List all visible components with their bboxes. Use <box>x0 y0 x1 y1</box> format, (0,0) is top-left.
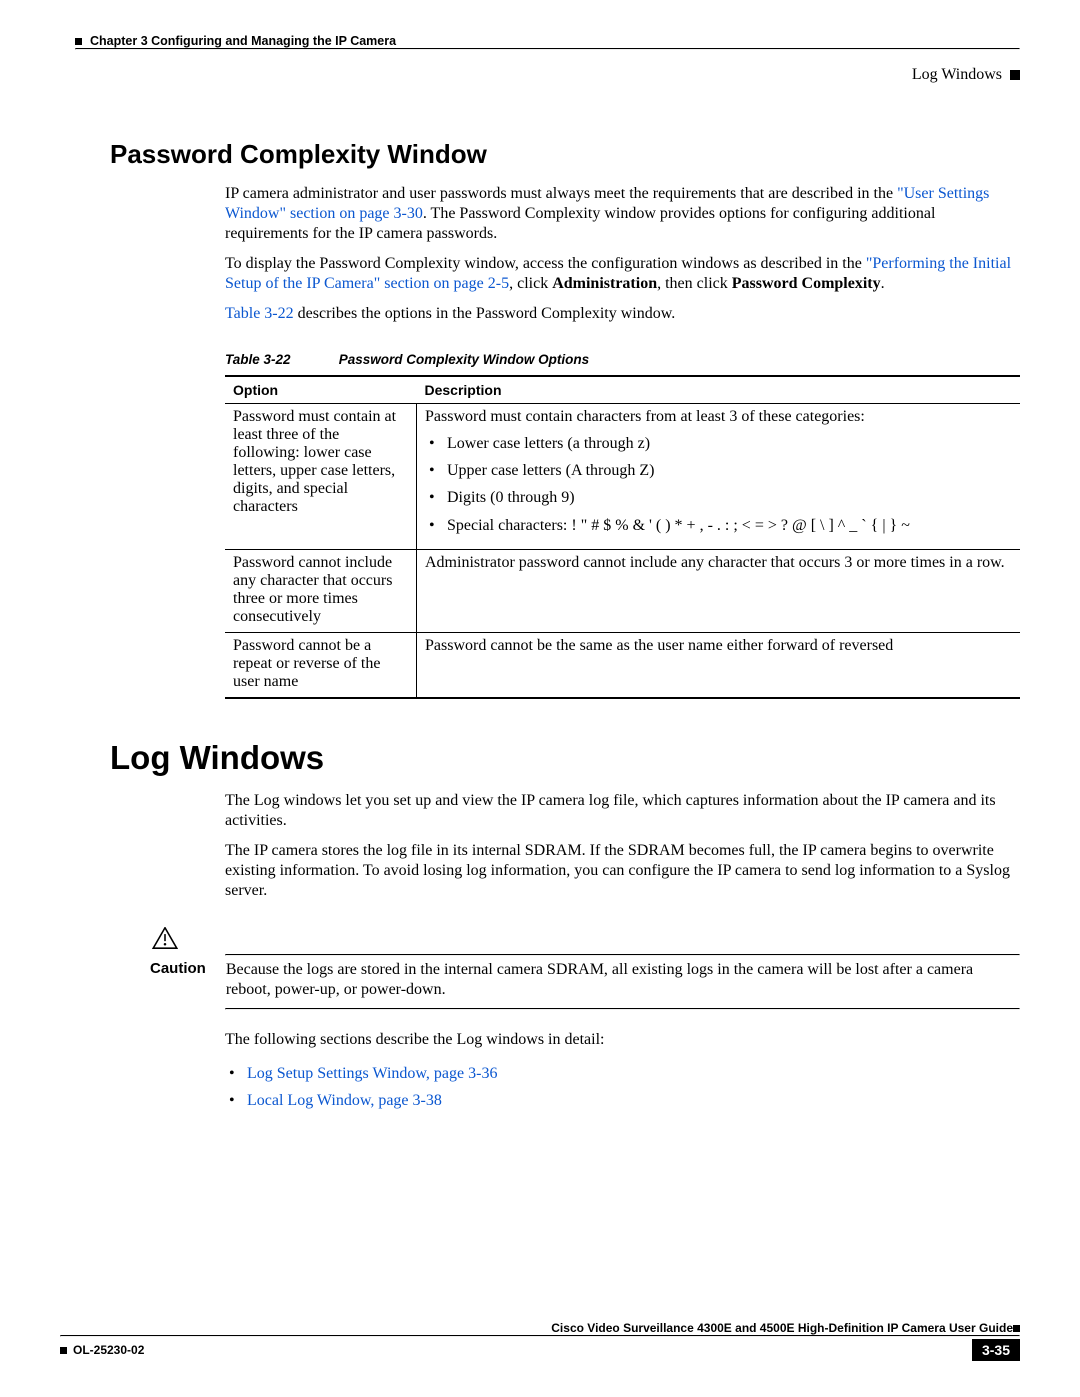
footer: Cisco Video Surveillance 4300E and 4500E… <box>60 1318 1020 1361</box>
footer-square-icon-left <box>60 1347 67 1354</box>
local-log-link[interactable]: Local Log Window, page 3-38 <box>247 1092 442 1109</box>
opt-cell: Password must contain at least three of … <box>225 404 417 550</box>
page-number: 3-35 <box>972 1339 1020 1361</box>
list-item: Log Setup Settings Window, page 3-36 <box>225 1060 1020 1087</box>
header-rule: Chapter 3 Configuring and Managing the I… <box>75 34 1020 84</box>
pwc-options-table: Option Description Password must contain… <box>225 375 1020 699</box>
list-item: Local Log Window, page 3-38 <box>225 1087 1020 1114</box>
th-description: Description <box>417 376 1021 404</box>
table-row: Password cannot be a repeat or reverse o… <box>225 632 1020 698</box>
log-heading: Log Windows <box>110 739 1020 777</box>
desc-cell: Password cannot be the same as the user … <box>417 632 1021 698</box>
pwc-heading: Password Complexity Window <box>110 139 1020 170</box>
caution-text: Because the logs are stored in the inter… <box>226 960 1020 1000</box>
list-item: Digits (0 through 9) <box>425 484 1012 511</box>
table-caption: Table 3-22 Password Complexity Window Op… <box>225 352 1020 367</box>
pwc-para-3: Table 3-22 describes the options in the … <box>225 304 1020 324</box>
log-para-1: The Log windows let you set up and view … <box>225 791 1020 831</box>
desc-cell: Administrator password cannot include an… <box>417 549 1021 632</box>
list-item: Upper case letters (A through Z) <box>425 457 1012 484</box>
caution-label: Caution <box>110 960 206 977</box>
table-3-22-link[interactable]: Table 3-22 <box>225 305 294 322</box>
log-para-2: The IP camera stores the log file in its… <box>225 841 1020 901</box>
log-setup-link[interactable]: Log Setup Settings Window, page 3-36 <box>247 1065 497 1082</box>
header-square-icon-right <box>1010 70 1020 80</box>
table-row: Password must contain at least three of … <box>225 404 1020 550</box>
pwc-para-1: IP camera administrator and user passwor… <box>225 184 1020 244</box>
header-square-icon <box>75 38 82 45</box>
footer-book-title: Cisco Video Surveillance 4300E and 4500E… <box>60 1321 1013 1335</box>
desc-cell: Password must contain characters from at… <box>417 404 1021 550</box>
log-para-3: The following sections describe the Log … <box>225 1030 1020 1050</box>
list-item: Lower case letters (a through z) <box>425 430 1012 457</box>
footer-square-icon <box>1013 1325 1020 1332</box>
caution-icon <box>150 927 180 954</box>
pwc-para-2: To display the Password Complexity windo… <box>225 254 1020 294</box>
list-item: Special characters: ! " # $ % & ' ( ) * … <box>425 512 1012 539</box>
footer-doc-id: OL-25230-02 <box>73 1343 144 1357</box>
caution-block: Caution Because the logs are stored in t… <box>110 927 1020 1010</box>
opt-cell: Password cannot include any character th… <box>225 549 417 632</box>
header-section: Log Windows <box>912 66 1002 84</box>
table-row: Password cannot include any character th… <box>225 549 1020 632</box>
th-option: Option <box>225 376 417 404</box>
header-chapter: Chapter 3 Configuring and Managing the I… <box>90 34 396 48</box>
opt-cell: Password cannot be a repeat or reverse o… <box>225 632 417 698</box>
